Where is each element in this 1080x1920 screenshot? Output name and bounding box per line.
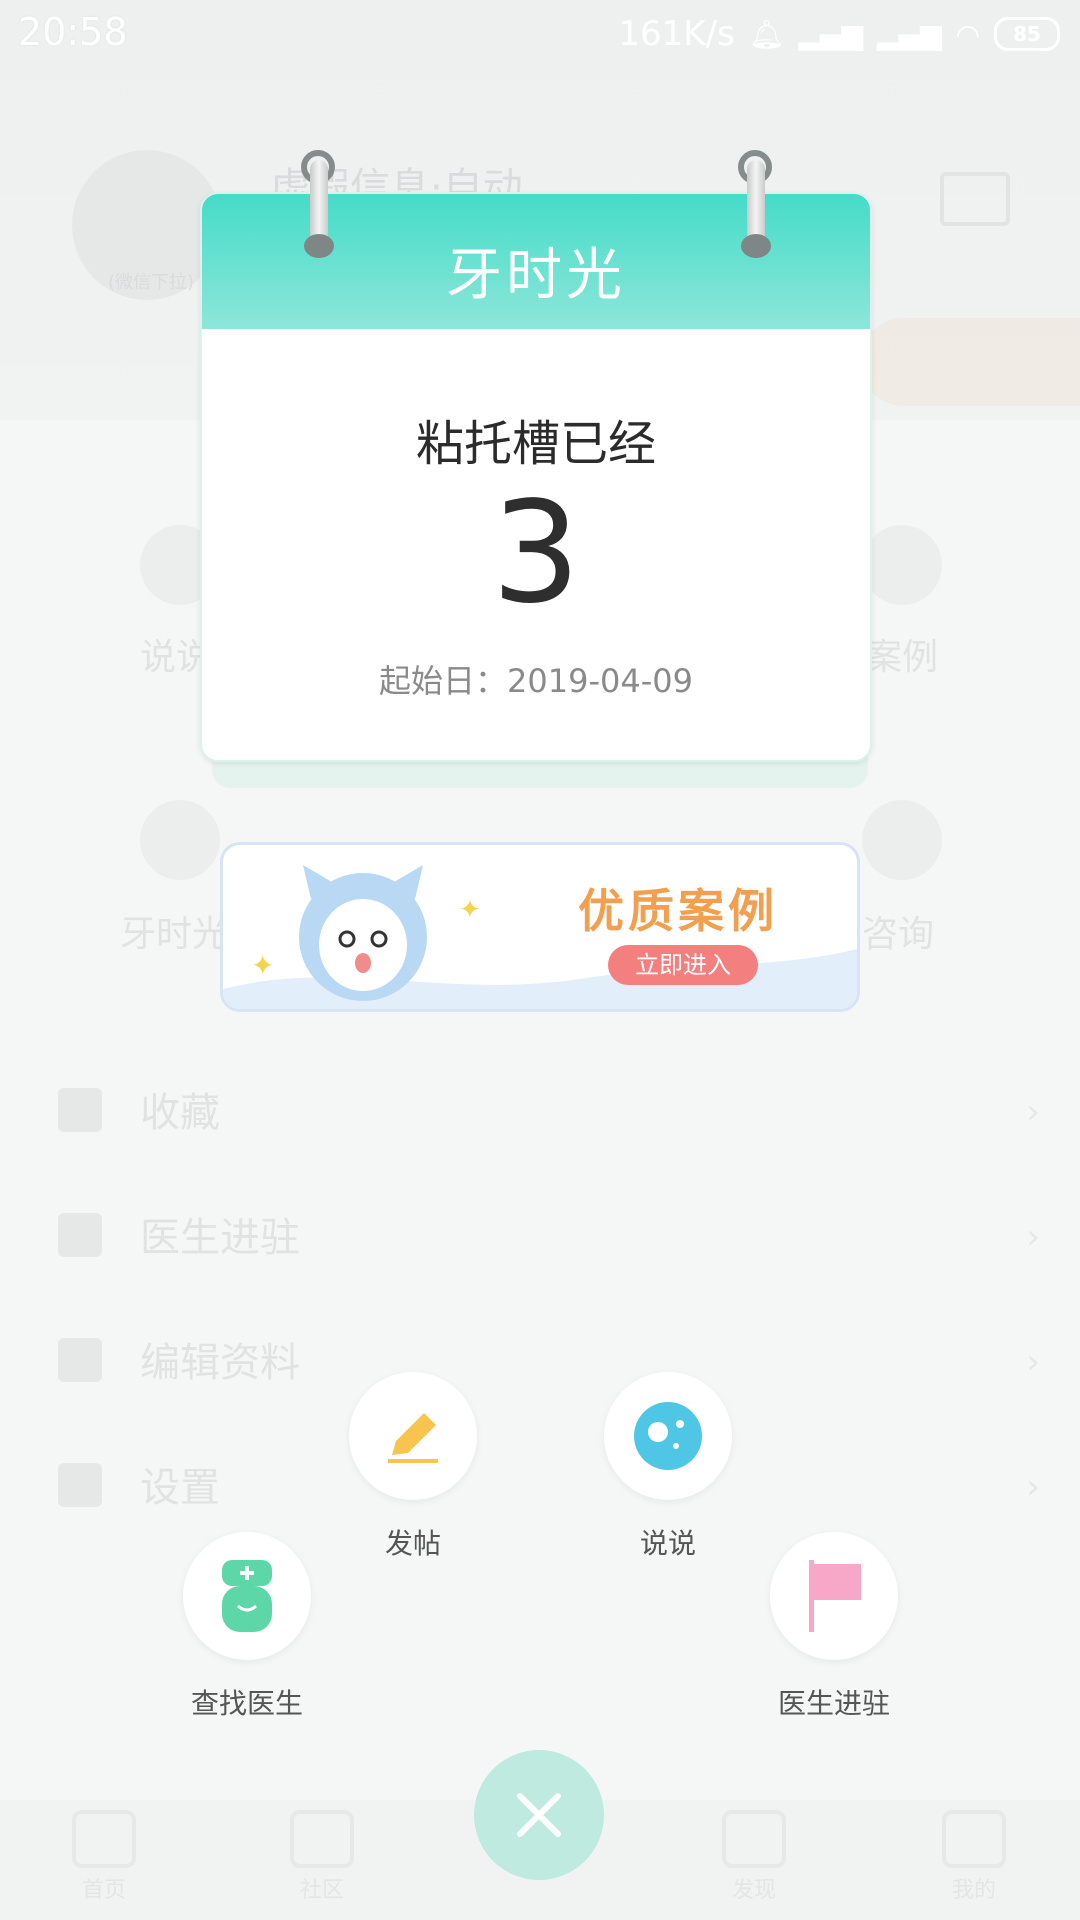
gear-icon <box>58 1463 102 1507</box>
find-doctor-action[interactable]: 查找医生 <box>177 1532 317 1722</box>
post-label: 发帖 <box>384 1527 441 1560</box>
grid-consult-icon <box>862 800 942 880</box>
menu-row-edit-profile: 编辑资料 › <box>0 1300 1080 1425</box>
bell-icon: 🔔︎ <box>748 17 785 51</box>
menu-label: 设置 <box>140 1465 220 1511</box>
menu-row-doctor-join: 医生进驻 › <box>0 1175 1080 1300</box>
calendar-ring-left-icon <box>301 150 335 258</box>
flag-icon <box>809 1560 861 1632</box>
tab-discover: 发现 <box>694 1810 814 1904</box>
talk-button[interactable] <box>604 1372 732 1500</box>
hd-signal-icon: ▂▄▆ <box>798 17 863 51</box>
grid-consult-label: 咨询 <box>862 914 935 955</box>
doctor-join-action[interactable]: 医生进驻 <box>764 1532 904 1722</box>
header-pill <box>860 318 1080 406</box>
calendar-header: 牙时光 <box>202 194 870 329</box>
cat-mascot-icon <box>299 865 427 1001</box>
calendar-caption: 粘托槽已经 <box>415 416 656 472</box>
close-button[interactable] <box>474 1750 604 1880</box>
post-button[interactable] <box>349 1372 477 1500</box>
chevron-right-icon: › <box>1026 1467 1040 1507</box>
grid-case-label: 案例 <box>866 637 939 678</box>
community-icon <box>290 1810 354 1868</box>
status-bar: 20:58 161K/s 🔔︎ ▂▄▆ ▂▄▆ ◠ 85 <box>0 0 1080 66</box>
doctor-join-label: 医生进驻 <box>777 1687 890 1720</box>
chevron-right-icon: › <box>1026 1217 1040 1257</box>
network-speed: 161K/s <box>618 14 735 54</box>
quality-cases-banner[interactable]: ✦ ✦ 优质案例 立即进入 <box>220 842 860 1012</box>
tab-home: 首页 <box>44 1810 164 1904</box>
sparkle-icon: ✦ <box>459 895 481 925</box>
sparkle-icon: ✦ <box>251 949 275 982</box>
tab-community: 社区 <box>262 1810 382 1904</box>
battery-icon: 85 <box>994 17 1060 51</box>
tab-label: 社区 <box>299 1878 344 1903</box>
tab-mine: 我的 <box>914 1810 1034 1904</box>
signal-icon: ▂▄▆ <box>876 17 942 51</box>
calendar-ring-right-icon <box>738 150 772 258</box>
tab-label: 我的 <box>951 1878 996 1903</box>
home-icon <box>72 1810 136 1868</box>
grid-tooth-icon <box>140 800 220 880</box>
menu-row-settings: 设置 › <box>0 1425 1080 1550</box>
chevron-right-icon: › <box>1026 1092 1040 1132</box>
menu-label: 编辑资料 <box>140 1340 300 1386</box>
grid-tooth-label: 牙时光 <box>120 914 229 955</box>
avatar-tip: (微信下拉) <box>108 272 195 293</box>
pencil-icon <box>388 1413 438 1463</box>
clock: 20:58 <box>18 10 128 54</box>
chevron-right-icon: › <box>1026 1342 1040 1382</box>
banner-title: 优质案例 <box>578 884 778 938</box>
menu-row-favorites: 收藏 › <box>0 1050 1080 1175</box>
compass-icon <box>722 1810 786 1868</box>
edit-icon <box>58 1338 102 1382</box>
start-date: 起始日：2019-04-09 <box>379 662 693 700</box>
status-icons: 161K/s 🔔︎ ▂▄▆ ▂▄▆ ◠ 85 <box>618 14 1060 54</box>
find-doctor-label: 查找医生 <box>190 1687 303 1720</box>
talk-action[interactable]: 说说 <box>598 1372 738 1562</box>
find-doctor-button[interactable] <box>183 1532 311 1660</box>
tab-label: 首页 <box>81 1878 126 1903</box>
wifi-icon: ◠ <box>955 17 980 51</box>
tab-label: 发现 <box>731 1878 776 1903</box>
menu-label: 收藏 <box>140 1090 220 1136</box>
doctor-icon <box>222 1560 272 1632</box>
menu-label: 医生进驻 <box>140 1215 300 1261</box>
grid-case-icon <box>862 525 942 605</box>
tooth-icon <box>942 1810 1006 1868</box>
flag-icon <box>58 1213 102 1257</box>
days-count: 3 <box>491 472 581 635</box>
enter-now-button[interactable]: 立即进入 <box>608 945 758 985</box>
bubble-icon <box>634 1402 702 1470</box>
doctor-join-button[interactable] <box>770 1532 898 1660</box>
tooth-time-calendar[interactable]: 牙时光 粘托槽已经 3 起始日：2019-04-09 <box>200 192 872 762</box>
talk-label: 说说 <box>639 1527 696 1560</box>
post-action[interactable]: 发帖 <box>343 1372 483 1562</box>
star-icon <box>58 1088 102 1132</box>
close-icon <box>517 1793 561 1837</box>
mail-icon <box>940 172 1010 226</box>
